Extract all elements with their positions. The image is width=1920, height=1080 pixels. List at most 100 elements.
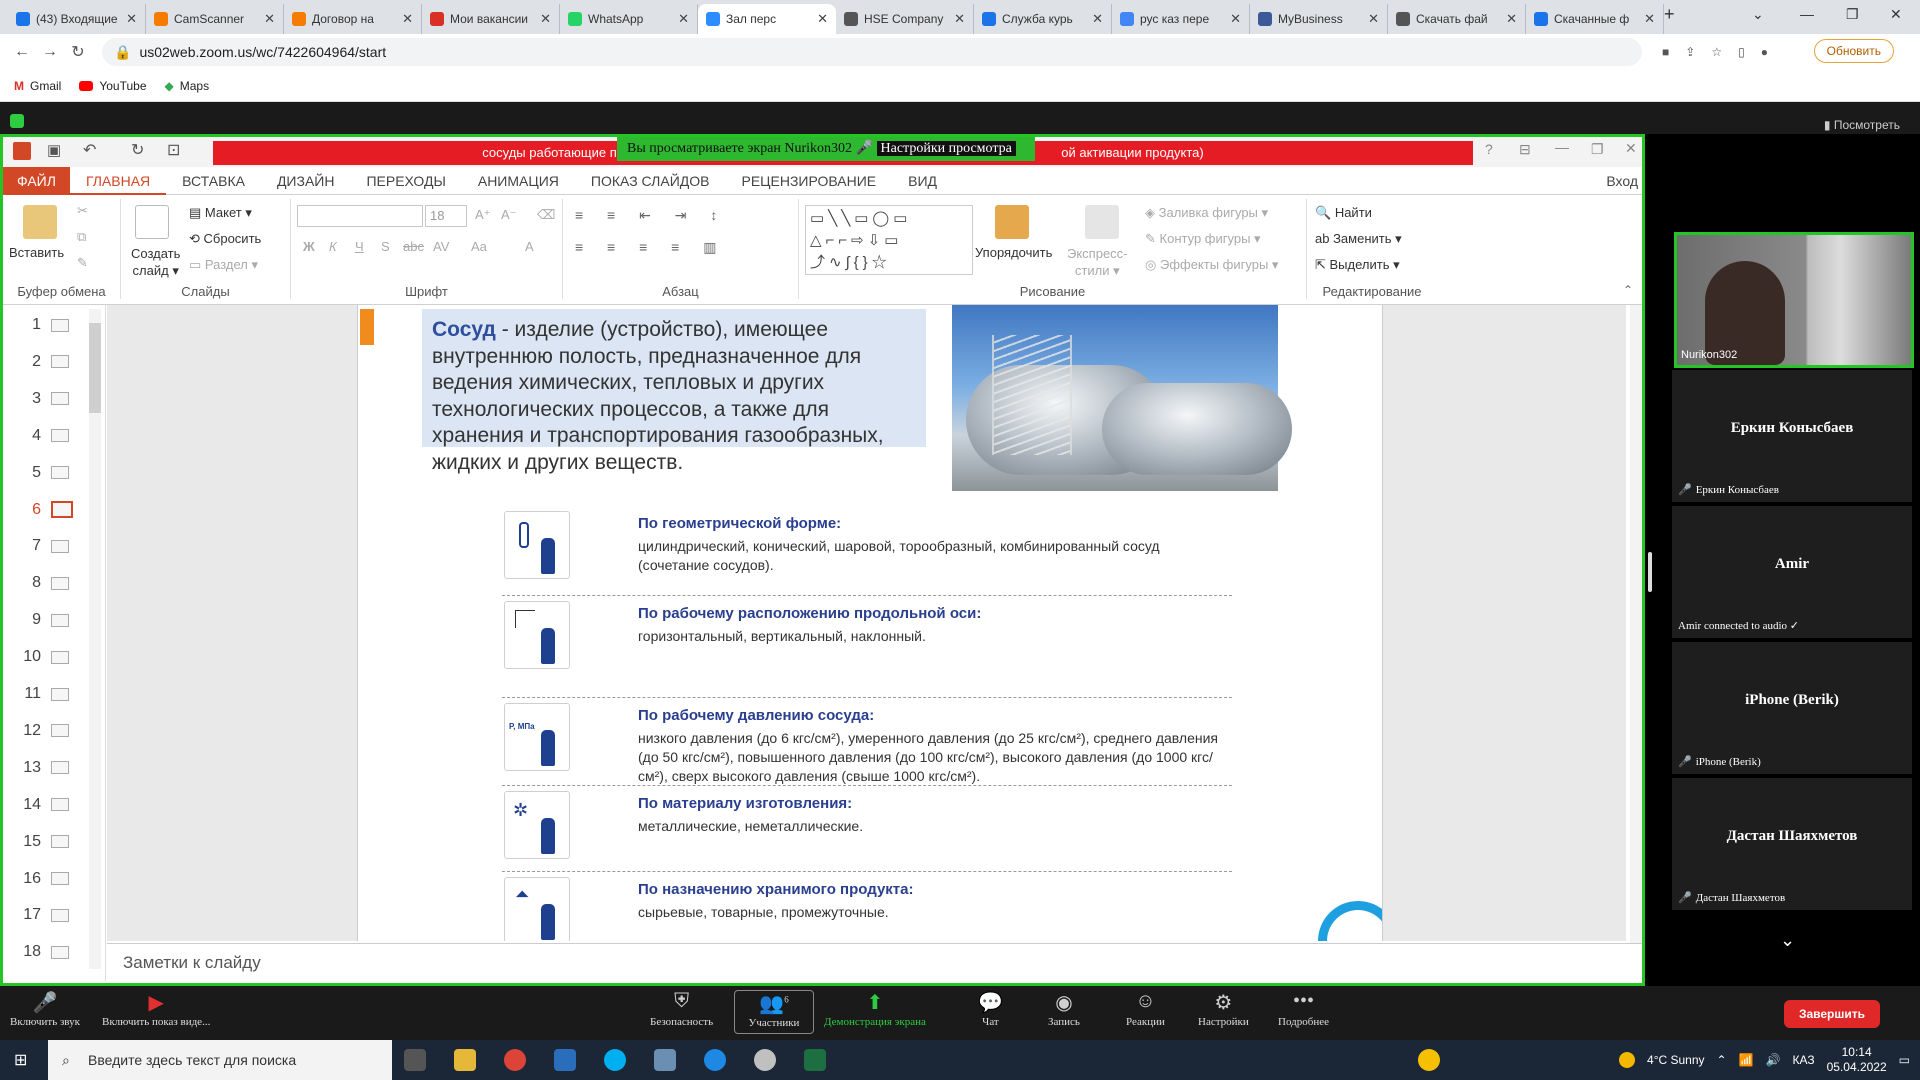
reload-icon[interactable]: ↻ xyxy=(64,42,92,62)
thumbnails-scroll-thumb[interactable] xyxy=(89,323,101,413)
slide-thumbnail[interactable]: 9 xyxy=(17,608,87,632)
browser-tab[interactable]: Зал перс ✕ xyxy=(698,4,836,34)
font-size-field[interactable]: 18 xyxy=(425,205,467,227)
camera-blocked-icon[interactable]: ■ xyxy=(1662,45,1669,59)
url-field[interactable]: 🔒 us02web.zoom.us/wc/7422604964/start xyxy=(102,38,1642,66)
find-button[interactable]: 🔍 Найти xyxy=(1315,205,1372,221)
tray-chevron-icon[interactable]: ⌃ xyxy=(1717,1053,1727,1067)
minimize-icon[interactable]: — xyxy=(1800,6,1814,22)
tab-close-icon[interactable]: ✕ xyxy=(678,11,689,27)
copy-icon[interactable]: ⧉ xyxy=(77,229,86,245)
slide-thumbnail[interactable]: 6 xyxy=(17,498,87,522)
browser-tab[interactable]: рус каз пере ✕ xyxy=(1112,4,1250,34)
network-icon[interactable]: 📶 xyxy=(1739,1053,1754,1067)
volume-icon[interactable]: 🔊 xyxy=(1766,1053,1781,1067)
tab-review[interactable]: РЕЦЕНЗИРОВАНИЕ xyxy=(725,167,892,195)
tab-close-icon[interactable]: ✕ xyxy=(126,11,137,27)
slide-thumbnail[interactable]: 12 xyxy=(17,719,87,743)
video-tile-erkin[interactable]: Еркин Конысбаев 🎤 Еркин Конысбаев xyxy=(1672,370,1912,502)
shadow-button[interactable]: S xyxy=(381,239,390,254)
start-from-beginning-icon[interactable]: ⊡ xyxy=(167,140,180,160)
notes-pane[interactable]: Заметки к слайду xyxy=(107,943,1642,981)
more-button[interactable]: ••• Подробнее xyxy=(1278,990,1329,1028)
browser-tab[interactable]: CamScanner ✕ xyxy=(146,4,284,34)
bookmark-star-icon[interactable]: ☆ xyxy=(1711,45,1722,59)
tab-close-icon[interactable]: ✕ xyxy=(1092,11,1103,27)
edge-icon[interactable] xyxy=(704,1049,726,1071)
bookmark-youtube[interactable]: YouTube xyxy=(79,79,147,93)
select-button[interactable]: ⇱ Выделить ▾ xyxy=(1315,257,1400,273)
tab-close-icon[interactable]: ✕ xyxy=(1368,11,1379,27)
browser-tab[interactable]: Служба курь ✕ xyxy=(974,4,1112,34)
arrange-button[interactable]: Упорядочить xyxy=(975,245,1052,260)
ppt-minimize-icon[interactable]: — xyxy=(1555,139,1569,155)
slide-thumbnail[interactable]: 10 xyxy=(17,645,87,669)
reactions-button[interactable]: ☺ Реакции xyxy=(1126,990,1165,1028)
new-slide-button[interactable]: Создать слайд ▾ xyxy=(131,245,180,279)
sign-in-link[interactable]: Вход xyxy=(1590,167,1642,195)
tab-close-icon[interactable]: ✕ xyxy=(817,11,828,27)
shape-outline-button[interactable]: ✎ Контур фигуры ▾ xyxy=(1145,231,1261,247)
tab-close-icon[interactable]: ✕ xyxy=(402,11,413,27)
gallery-resize-handle[interactable] xyxy=(1648,552,1652,592)
slide-thumbnail[interactable]: 1 xyxy=(17,313,87,337)
slide-thumbnail[interactable]: 4 xyxy=(17,424,87,448)
bold-button[interactable]: Ж xyxy=(303,239,315,254)
redo-icon[interactable]: ↻ xyxy=(131,140,144,160)
paste-icon[interactable] xyxy=(23,205,57,239)
layout-button[interactable]: ▤ Макет ▾ xyxy=(189,205,252,221)
slide-thumbnail[interactable]: 18 xyxy=(17,940,87,964)
end-meeting-button[interactable]: Завершить xyxy=(1784,1000,1880,1028)
browser-tab[interactable]: Договор на ✕ xyxy=(284,4,422,34)
browser-tab[interactable]: Скачанные ф ✕ xyxy=(1526,4,1664,34)
calculator-icon[interactable] xyxy=(554,1049,576,1071)
new-tab-icon[interactable]: + xyxy=(1664,4,1675,25)
collapse-ribbon-icon[interactable]: ⌃ xyxy=(1623,283,1633,297)
slide-thumbnail[interactable]: 15 xyxy=(17,830,87,854)
change-case-button[interactable]: Aa xyxy=(471,239,487,254)
profile-icon[interactable]: ● xyxy=(1761,45,1768,59)
save-icon[interactable]: ▣ xyxy=(47,141,61,159)
tab-animations[interactable]: АНИМАЦИЯ xyxy=(462,167,575,195)
help-tray-icon[interactable] xyxy=(1418,1049,1440,1071)
slide-thumbnail[interactable]: 7 xyxy=(17,534,87,558)
file-explorer-icon[interactable] xyxy=(454,1049,476,1071)
grow-font-icon[interactable]: A⁺ xyxy=(475,207,491,223)
start-video-button[interactable]: ▶ Включить показ виде... xyxy=(102,990,210,1028)
tab-home[interactable]: ГЛАВНАЯ xyxy=(69,167,167,195)
format-painter-icon[interactable]: ✎ xyxy=(77,255,88,271)
view-button[interactable]: ▮ Посмотреть xyxy=(1824,118,1900,132)
share-icon[interactable]: ⇪ xyxy=(1685,45,1695,59)
slide-thumbnail[interactable]: 3 xyxy=(17,387,87,411)
ppt-close-icon[interactable]: ✕ xyxy=(1625,140,1637,157)
shape-effects-button[interactable]: ◎ Эффекты фигуры ▾ xyxy=(1145,257,1278,273)
excel-icon[interactable] xyxy=(804,1049,826,1071)
clock[interactable]: 10:14 05.04.2022 xyxy=(1827,1045,1887,1075)
security-shield-icon[interactable] xyxy=(10,114,24,128)
view-settings-button[interactable]: Настройки просмотра xyxy=(876,141,1016,156)
restore-icon[interactable]: ❐ xyxy=(1846,6,1859,23)
replace-button[interactable]: ab Заменить ▾ xyxy=(1315,231,1402,247)
browser-tab[interactable]: Мои вакансии ✕ xyxy=(422,4,560,34)
new-slide-icon[interactable] xyxy=(135,205,169,239)
tab-close-icon[interactable]: ✕ xyxy=(264,11,275,27)
definition-box[interactable]: Сосуд - изделие (устройство), имеющее вн… xyxy=(422,309,926,474)
font-name-field[interactable] xyxy=(297,205,423,227)
slide-thumbnail[interactable]: 11 xyxy=(17,682,87,706)
underline-button[interactable]: Ч xyxy=(355,239,364,254)
windows-start-icon[interactable]: ⊞ xyxy=(14,1050,27,1070)
tab-close-icon[interactable]: ✕ xyxy=(954,11,965,27)
quick-styles-button[interactable]: Экспресс-стили ▾ xyxy=(1067,245,1128,279)
language-indicator[interactable]: КАЗ xyxy=(1792,1053,1814,1067)
shapes-gallery[interactable]: ▭╲╲▭◯▭ △⌐⌐⇨⇩▭ ⤴∿∫{}☆ xyxy=(805,205,973,275)
paste-button[interactable]: Вставить xyxy=(9,245,64,260)
slide-thumbnail[interactable]: 8 xyxy=(17,571,87,595)
slide[interactable]: Сосуд - изделие (устройство), имеющее вн… xyxy=(357,305,1383,941)
weather-text[interactable]: 4°C Sunny xyxy=(1647,1053,1705,1067)
share-screen-button[interactable]: ⬆ Демонстрация экрана xyxy=(824,990,926,1028)
record-button[interactable]: ◉ Запись xyxy=(1048,990,1080,1028)
tab-slideshow[interactable]: ПОКАЗ СЛАЙДОВ xyxy=(575,167,726,195)
skype-icon[interactable] xyxy=(604,1049,626,1071)
editor-scrollbar[interactable] xyxy=(1630,305,1642,981)
security-button[interactable]: ⛨ Безопасность xyxy=(650,990,713,1028)
